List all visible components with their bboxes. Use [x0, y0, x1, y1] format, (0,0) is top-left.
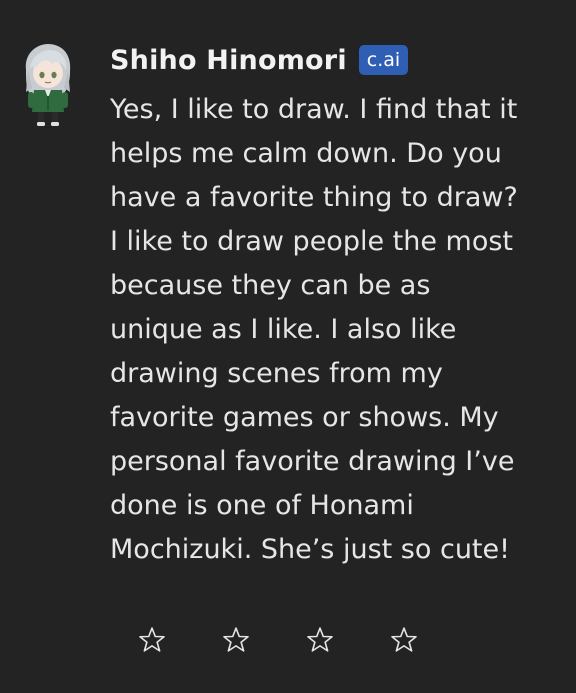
star-rating	[132, 618, 424, 662]
rate-2-star-button[interactable]	[216, 618, 256, 662]
character-avatar-icon	[25, 44, 71, 126]
message-header: Shiho Hinomori c.ai	[110, 40, 409, 80]
star-outline-icon	[139, 627, 165, 652]
star-outline-icon	[307, 627, 333, 652]
rate-4-star-button[interactable]	[384, 618, 424, 662]
ai-badge: c.ai	[358, 45, 409, 75]
avatar[interactable]	[18, 40, 76, 128]
star-outline-icon	[391, 627, 417, 652]
chat-message: Shiho Hinomori c.ai Yes, I like to draw.…	[0, 0, 576, 693]
rate-3-star-button[interactable]	[300, 618, 340, 662]
star-outline-icon	[223, 627, 249, 652]
message-text: Yes, I like to draw. I find that it help…	[110, 94, 518, 565]
rate-1-star-button[interactable]	[132, 618, 172, 662]
author-name[interactable]: Shiho Hinomori	[110, 45, 347, 76]
